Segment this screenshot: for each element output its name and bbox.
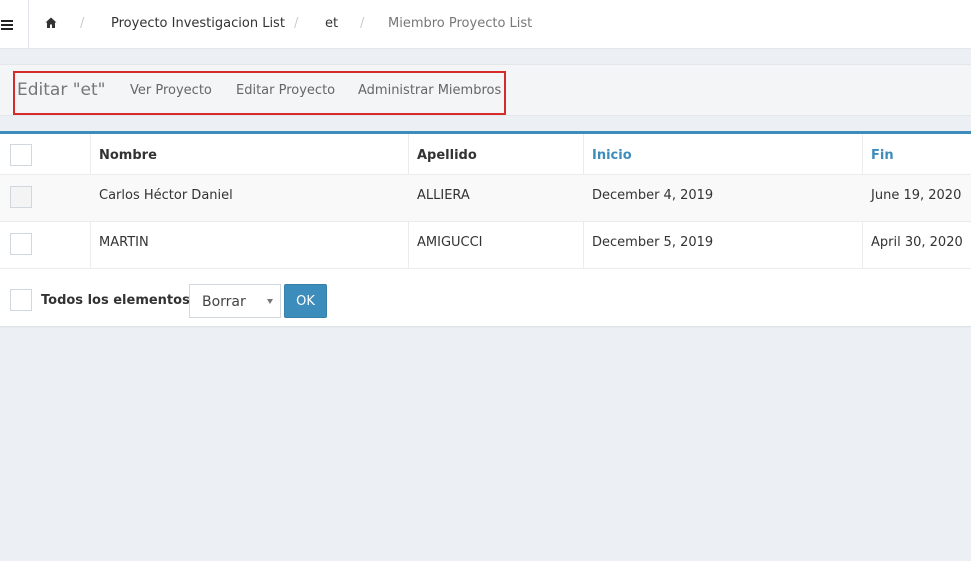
object-nav-bar: Editar "et" Ver Proyecto Editar Proyecto… bbox=[0, 64, 971, 116]
cell-inicio: December 5, 2019 bbox=[592, 235, 714, 250]
nav-link-editar-proyecto[interactable]: Editar Proyecto bbox=[236, 83, 335, 98]
cell-apellido: ALLIERA bbox=[417, 188, 470, 203]
row-checkbox[interactable] bbox=[10, 186, 32, 208]
hamburger-icon bbox=[1, 19, 13, 30]
cell-apellido: AMIGUCCI bbox=[417, 235, 483, 250]
nav-link-administrar-miembros[interactable]: Administrar Miembros bbox=[358, 83, 501, 98]
breadcrumb-separator: / bbox=[294, 16, 299, 31]
select-all-checkbox[interactable] bbox=[10, 144, 32, 166]
chevron-down-icon bbox=[267, 299, 273, 304]
cell-nombre[interactable]: MARTIN bbox=[99, 235, 149, 250]
nav-link-ver-proyecto[interactable]: Ver Proyecto bbox=[130, 83, 212, 98]
cell-nombre[interactable]: Carlos Héctor Daniel bbox=[99, 188, 233, 203]
all-elements-checkbox[interactable] bbox=[10, 289, 32, 311]
column-header-apellido: Apellido bbox=[417, 148, 477, 163]
cell-fin: June 19, 2020 bbox=[871, 188, 962, 203]
members-table-card: Nombre Apellido Inicio Fin Carlos Héctor… bbox=[0, 131, 971, 326]
top-bar: / Proyecto Investigacion List / et / Mie… bbox=[0, 0, 971, 49]
column-header-fin[interactable]: Fin bbox=[871, 148, 894, 163]
breadcrumb-item-miembro-list: Miembro Proyecto List bbox=[388, 16, 533, 31]
breadcrumb-item-proyecto-list[interactable]: Proyecto Investigacion List bbox=[111, 16, 285, 31]
breadcrumb-separator: / bbox=[80, 16, 85, 31]
menu-toggle-button[interactable] bbox=[0, 0, 29, 49]
table-header-row: Nombre Apellido Inicio Fin bbox=[0, 134, 971, 175]
batch-actions: Todos los elementos (2) Borrar OK bbox=[0, 269, 971, 326]
column-header-inicio[interactable]: Inicio bbox=[592, 148, 632, 163]
row-checkbox[interactable] bbox=[10, 233, 32, 255]
column-header-nombre: Nombre bbox=[99, 148, 157, 163]
nav-title: Editar "et" bbox=[17, 80, 106, 100]
table-row[interactable]: Carlos Héctor Daniel ALLIERA December 4,… bbox=[0, 175, 971, 222]
table-row[interactable]: MARTIN AMIGUCCI December 5, 2019 April 3… bbox=[0, 222, 971, 269]
home-icon[interactable] bbox=[45, 17, 57, 29]
cell-fin: April 30, 2020 bbox=[871, 235, 963, 250]
cell-inicio: December 4, 2019 bbox=[592, 188, 714, 203]
ok-button[interactable]: OK bbox=[284, 284, 327, 318]
batch-action-value: Borrar bbox=[202, 294, 246, 310]
breadcrumb-item-et[interactable]: et bbox=[325, 16, 338, 31]
batch-action-select[interactable]: Borrar bbox=[189, 284, 281, 318]
breadcrumb-separator: / bbox=[360, 16, 365, 31]
